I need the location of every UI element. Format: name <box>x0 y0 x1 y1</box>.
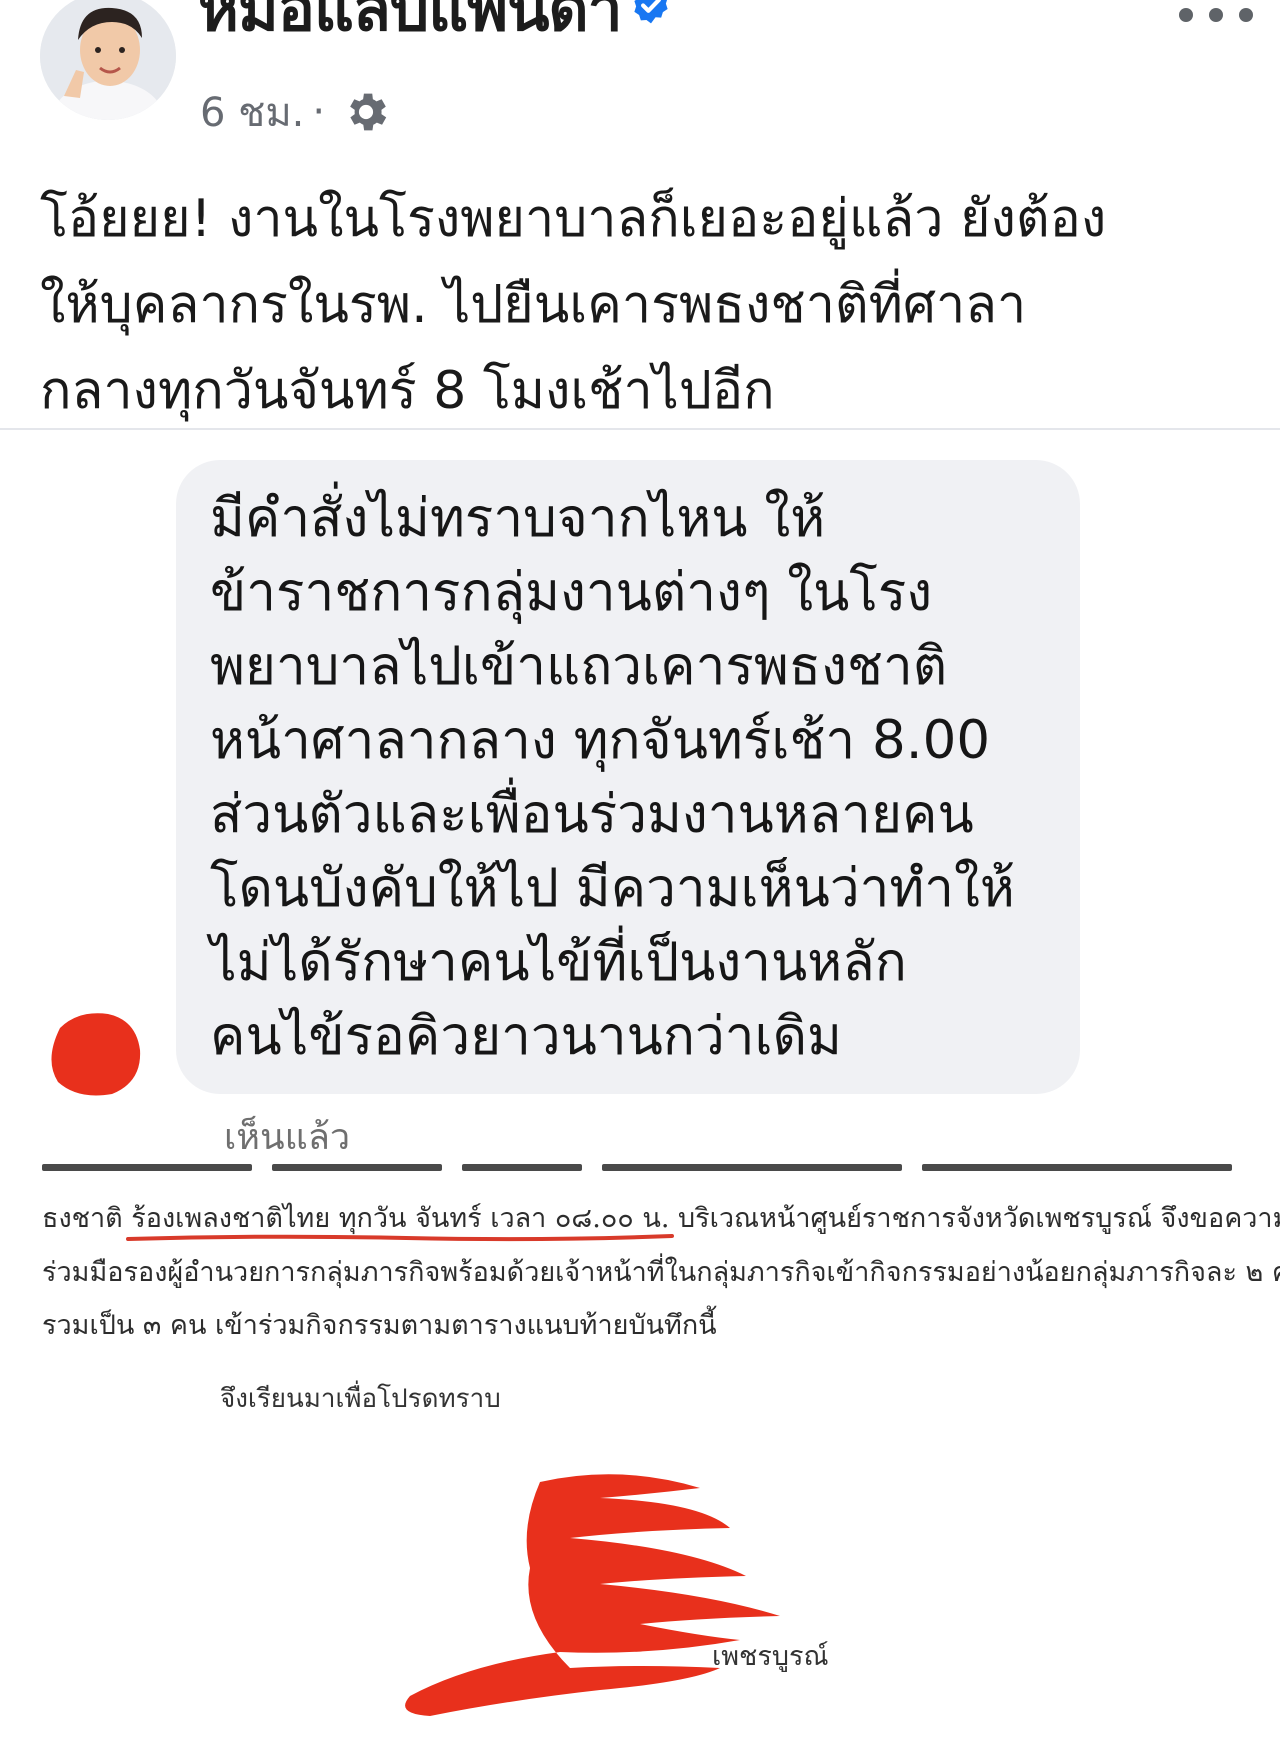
seen-status: เห็นแล้ว <box>224 1117 351 1158</box>
message-line: คนไข้รอคิวยาวนานกว่าเดิม <box>210 1006 842 1067</box>
document-highlight: ร้องเพลงชาติไทย ทุกวัน จันทร์ เวลา ๐๘.๐๐… <box>131 1203 670 1234</box>
message-line: ไม่ได้รักษาคนไข้ที่เป็นงานหลัก <box>210 932 907 993</box>
redacted-signature <box>405 1474 780 1716</box>
more-options-icon[interactable] <box>1176 0 1256 30</box>
document-line: รวมเป็น ๓ คน เข้าร่วมกิจกรรมตามตารางแนบท… <box>42 1310 717 1341</box>
post-meta: 6 ชม. · <box>200 82 391 142</box>
post-caption: โอ้ยยย! งานในโรงพยาบาลก็เยอะอยู่แล้ว ยัง… <box>40 176 1260 434</box>
document-text: ธงชาติ <box>42 1203 123 1234</box>
highlight-underline <box>126 1234 674 1242</box>
post-time[interactable]: 6 ชม. <box>200 80 304 144</box>
message-line: ส่วนตัวและเพื่อนร่วมงานหลายคน <box>210 784 974 845</box>
message-line: หน้าศาลากลาง ทุกจันทร์เช้า 8.00 <box>210 710 991 771</box>
privacy-gear-icon[interactable] <box>341 87 391 137</box>
message-line: โดนบังคับให้ไป มีความเห็นว่าทำให้ <box>210 858 1015 919</box>
document-line: ร่วมมือรองผู้อำนวยการกลุ่มภารกิจพร้อมด้ว… <box>42 1257 1280 1288</box>
caption-line: โอ้ยยย! งานในโรงพยาบาลก็เยอะอยู่แล้ว ยัง… <box>40 189 1107 249</box>
signature-text: เพชรบูรณ์ <box>712 1641 829 1672</box>
author-avatar[interactable] <box>40 0 176 120</box>
meta-separator: · <box>312 89 326 135</box>
verified-badge-icon <box>633 0 668 24</box>
redacted-sender-avatar <box>51 1013 141 1096</box>
message-line: มีคำสั่งไม่ทราบจากไหน ให้ <box>210 488 826 549</box>
author-name[interactable]: หมอแล็บแพนด้า <box>198 0 672 40</box>
document-closing: จึงเรียนมาเพื่อโปรดทราบ <box>220 1384 501 1414</box>
message-line: ข้าราชการกลุ่มงานต่างๆ ในโรง <box>210 562 933 623</box>
caption-line: กลางทุกวันจันทร์ 8 โมงเช้าไปอีก <box>40 361 775 421</box>
document-text: บริเวณหน้าศูนย์ราชการจังหวัดเพชรบูรณ์ จึ… <box>678 1203 1280 1234</box>
caption-line: ให้บุคลากรในรพ. ไปยืนเคารพธงชาติที่ศาลา <box>40 275 1027 335</box>
author-name-text[interactable]: หมอแล็บแพนด้า <box>198 0 623 45</box>
message-line: พยาบาลไปเข้าแถวเคารพธงชาติ <box>210 636 948 697</box>
chat-message-text: มีคำสั่งไม่ทราบจากไหน ให้ ข้าราชการกลุ่ม… <box>210 482 1015 1074</box>
post-divider <box>0 428 1280 430</box>
avatar-photo <box>40 0 176 120</box>
document-cut-text <box>42 1158 1237 1172</box>
